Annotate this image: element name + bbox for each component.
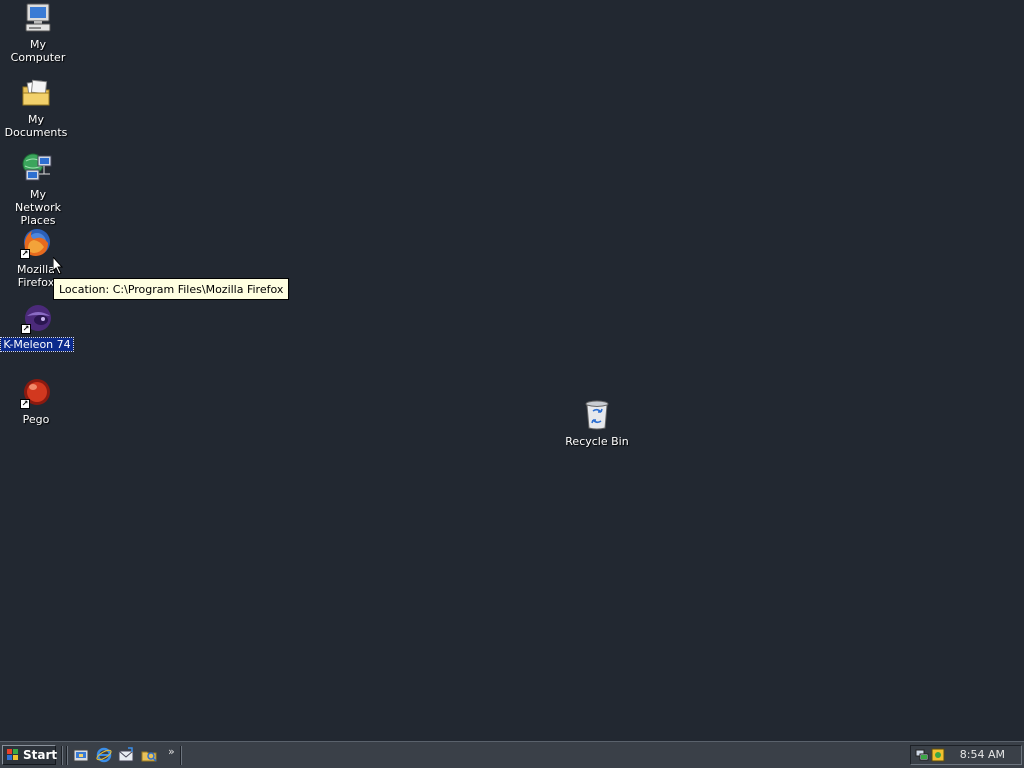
desktop-icon-label: My Documents <box>4 113 68 139</box>
windows-explorer-icon[interactable] <box>141 747 157 763</box>
pego-icon: ↗ <box>20 377 52 409</box>
desktop-icon-my-documents[interactable]: My Documents <box>0 77 74 139</box>
firefox-icon: ↗ <box>20 227 52 259</box>
desktop-icon-my-computer[interactable]: My Computer <box>0 2 76 64</box>
desktop[interactable]: My Computer My Documents My Network Plac… <box>0 0 1024 741</box>
network-icon[interactable] <box>915 748 929 762</box>
desktop-icon-label: K-Meleon 74 <box>0 337 74 352</box>
desktop-icon-pego[interactable]: ↗ Pego <box>0 377 74 426</box>
mouse-cursor-icon <box>53 257 64 275</box>
desktop-icon-recycle-bin[interactable]: Recycle Bin <box>559 399 635 448</box>
internet-explorer-icon[interactable] <box>96 747 112 763</box>
start-label: Start <box>23 748 58 762</box>
desktop-icon-label: My Computer <box>10 38 66 64</box>
recycle-bin-icon <box>581 399 613 431</box>
outlook-express-icon[interactable] <box>118 747 134 763</box>
shortcut-arrow-icon: ↗ <box>21 324 31 334</box>
desktop-icon-k-meleon[interactable]: ↗ K-Meleon 74 <box>0 302 75 352</box>
network-places-icon <box>22 152 54 184</box>
quick-launch-grip[interactable] <box>66 746 68 765</box>
desktop-icon-my-network-places[interactable]: My Network Places <box>0 152 76 227</box>
windows-flag-icon <box>7 749 18 760</box>
documents-folder-icon <box>20 77 52 109</box>
start-button[interactable]: Start <box>2 745 58 765</box>
shortcut-arrow-icon: ↗ <box>20 249 30 259</box>
computer-icon <box>22 2 54 34</box>
system-tray: 8:54 AM <box>910 745 1022 765</box>
k-meleon-icon: ↗ <box>21 302 53 334</box>
taskbar: Start » 8:54 AM <box>0 741 1024 768</box>
desktop-icon-label: Pego <box>22 413 50 426</box>
quick-launch-overflow-chevron[interactable]: » <box>168 746 175 758</box>
show-desktop-icon[interactable] <box>73 747 89 763</box>
taskbar-clock[interactable]: 8:54 AM <box>960 746 1005 764</box>
taskbar-separator <box>180 746 182 765</box>
desktop-icon-label: Recycle Bin <box>565 435 629 448</box>
taskbar-separator <box>61 746 63 765</box>
location-tooltip: Location: C:\Program Files\Mozilla Firef… <box>53 278 290 300</box>
shortcut-arrow-icon: ↗ <box>20 399 30 409</box>
desktop-icon-label: My Network Places <box>15 188 61 227</box>
security-icon[interactable] <box>931 748 945 762</box>
